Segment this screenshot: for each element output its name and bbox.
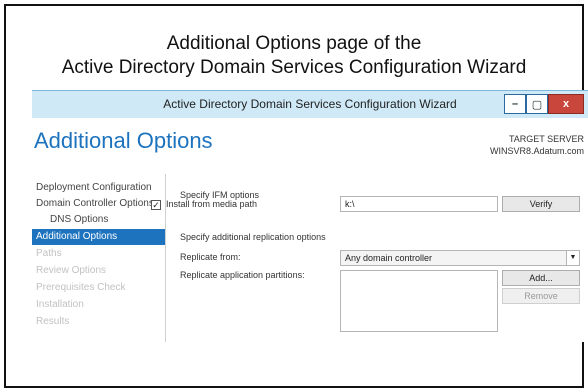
install-from-media-label: Install from media path xyxy=(166,199,258,209)
target-server-label: TARGET SERVER xyxy=(508,134,584,144)
nav-item-label: DNS Options xyxy=(50,214,109,225)
partitions-listbox[interactable] xyxy=(340,270,498,332)
nav-item-label: Deployment Configuration xyxy=(36,182,152,193)
replicate-partitions-label: Replicate application partitions: xyxy=(180,270,305,280)
nav-item-label: Domain Controller Options xyxy=(36,198,154,209)
install-from-media-checkbox[interactable]: ✓ xyxy=(151,200,161,210)
add-partition-button[interactable]: Add... xyxy=(502,270,580,286)
minimize-button[interactable]: – xyxy=(504,94,526,114)
nav-item-label: Results xyxy=(36,316,70,327)
nav-item-prerequisites-check: Prerequisites Check xyxy=(32,280,165,296)
replicate-from-value: Any domain controller xyxy=(345,253,433,263)
nav-item-dns-options[interactable]: DNS Options xyxy=(32,212,165,228)
verify-button[interactable]: Verify xyxy=(502,196,580,212)
nav-item-additional-options[interactable]: Additional Options xyxy=(32,229,165,245)
media-path-input[interactable]: k:\ xyxy=(340,196,498,212)
nav-item-label: Installation xyxy=(36,299,84,310)
nav-item-label: Additional Options xyxy=(36,231,118,242)
maximize-button[interactable]: ▢ xyxy=(526,94,548,114)
nav-item-review-options: Review Options xyxy=(32,263,165,279)
nav-item-label: Review Options xyxy=(36,265,107,276)
nav-item-label: Prerequisites Check xyxy=(36,282,126,293)
page-title: Additional Options xyxy=(34,128,213,153)
checkmark-icon: ✓ xyxy=(152,200,160,210)
wizard-sidebar: Deployment Configuration Domain Controll… xyxy=(32,174,166,342)
close-button[interactable]: x xyxy=(548,94,584,114)
wizard-window: Active Directory Domain Services Configu… xyxy=(32,90,588,342)
chevron-down-icon: ▼ xyxy=(566,251,579,265)
nav-item-paths: Paths xyxy=(32,246,165,262)
caption-line-2: Active Directory Domain Services Configu… xyxy=(61,57,527,78)
title-bar[interactable]: Active Directory Domain Services Configu… xyxy=(32,90,588,118)
replicate-from-select[interactable]: Any domain controller ▼ xyxy=(340,250,580,266)
replication-options-header: Specify additional replication options xyxy=(180,232,326,242)
close-icon: x xyxy=(562,98,570,110)
nav-item-label: Paths xyxy=(36,248,62,259)
nav-item-results: Results xyxy=(32,314,165,330)
maximize-icon: ▢ xyxy=(531,98,543,111)
nav-item-deployment-configuration[interactable]: Deployment Configuration xyxy=(32,180,165,196)
nav-item-domain-controller-options[interactable]: Domain Controller Options xyxy=(32,196,165,212)
replicate-from-label: Replicate from: xyxy=(180,252,241,262)
nav-item-installation: Installation xyxy=(32,297,165,313)
caption-line-1: Additional Options page of the xyxy=(166,33,422,54)
minimize-icon: – xyxy=(511,98,519,110)
remove-partition-button: Remove xyxy=(502,288,580,304)
target-server-value: WINSVR8.Adatum.com xyxy=(489,146,584,156)
